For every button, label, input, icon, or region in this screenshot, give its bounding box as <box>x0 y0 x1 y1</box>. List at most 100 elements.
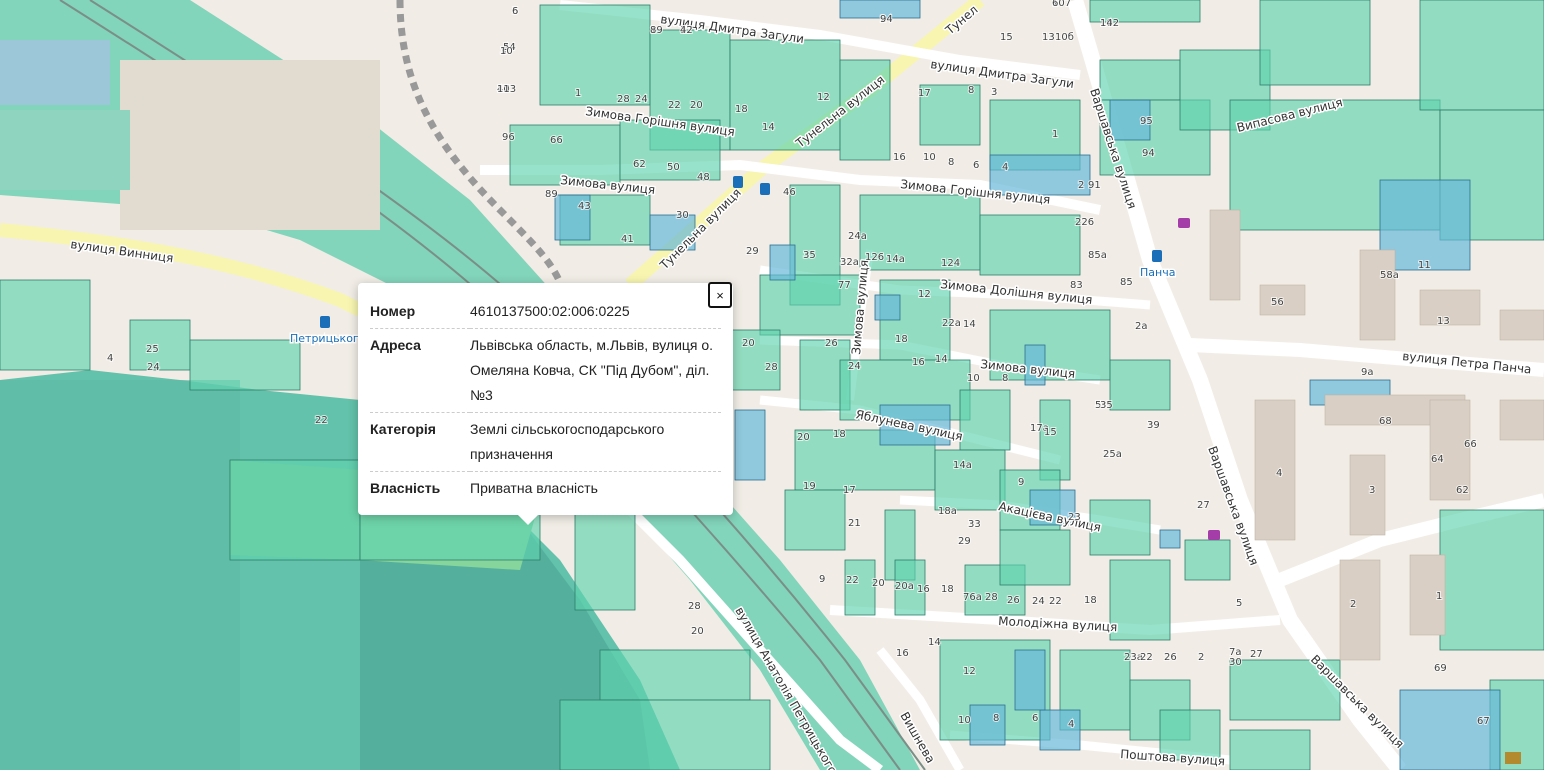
house-number: 27 <box>1250 649 1263 660</box>
house-number: 4 <box>1276 468 1282 479</box>
bus-stop-icon[interactable] <box>320 316 330 328</box>
house-number: 42 <box>680 25 693 36</box>
table-row: Власність Приватна власність <box>370 472 721 506</box>
house-number: 62 <box>633 159 646 170</box>
house-number: 20 <box>742 338 755 349</box>
house-number: 89 <box>545 189 558 200</box>
house-number: 4 <box>107 353 113 364</box>
house-number: 1 <box>1052 129 1058 140</box>
house-number: 9 <box>880 14 886 25</box>
house-number: 14 <box>1100 18 1113 29</box>
house-number: 58а <box>1380 270 1399 281</box>
house-number: 62 <box>1456 485 1469 496</box>
house-number: 22а <box>942 318 961 329</box>
house-number: 2 <box>1078 180 1084 191</box>
house-number: 12 <box>963 666 976 677</box>
house-number: 46 <box>783 187 796 198</box>
house-number: 20а <box>895 581 914 592</box>
house-number: 4 <box>1068 719 1074 730</box>
house-number: 14 <box>928 637 941 648</box>
house-number: 8 <box>650 25 656 36</box>
house-number: 3 <box>1369 485 1375 496</box>
bus-stop-icon[interactable] <box>1152 250 1162 262</box>
house-number: 33 <box>968 519 981 530</box>
house-number: 5 <box>1236 598 1242 609</box>
house-number: 35 <box>1100 400 1113 411</box>
house-number: 95 <box>1140 116 1153 127</box>
house-number: 48 <box>697 172 710 183</box>
house-number: 6 <box>973 160 979 171</box>
house-number: 21 <box>848 518 861 529</box>
house-number: 35 <box>803 250 816 261</box>
row-value: Землі сільськогосподарського призначення <box>470 412 721 472</box>
house-number: 16 <box>912 357 925 368</box>
house-number: 26 <box>825 338 838 349</box>
house-number: 10 <box>958 715 971 726</box>
house-number: 8 <box>948 157 954 168</box>
parcel-info-popup: Номер 4610137500:02:006:0225 Адреса Льві… <box>358 283 733 525</box>
house-number: 17 <box>843 485 856 496</box>
house-number: 10 <box>923 152 936 163</box>
popup-close-button[interactable]: × <box>708 282 732 308</box>
house-number: 32а <box>840 257 859 268</box>
house-number: 14а <box>886 254 905 265</box>
house-number: 66 <box>1464 439 1477 450</box>
house-number: 30 <box>676 210 689 221</box>
house-number: 17 <box>918 88 931 99</box>
house-number: 22 <box>315 415 328 426</box>
house-number: 16 <box>896 648 909 659</box>
house-number: 29 <box>746 246 759 257</box>
house-number: 91 <box>1088 180 1101 191</box>
house-number: 76а <box>963 592 982 603</box>
house-number: 22 <box>846 575 859 586</box>
house-number: 11 <box>1418 260 1431 271</box>
table-row: Адреса Львівська область, м.Львів, вулиц… <box>370 328 721 413</box>
house-number: 83 <box>1070 280 1083 291</box>
house-number: 24 <box>147 362 160 373</box>
house-number: 9 <box>1018 477 1024 488</box>
row-key: Категорія <box>370 412 470 472</box>
row-value: 4610137500:02:006:0225 <box>470 295 721 329</box>
row-key: Номер <box>370 295 470 329</box>
house-number: 9 <box>819 574 825 585</box>
house-number: 124 <box>941 258 960 269</box>
house-number: 27 <box>1197 500 1210 511</box>
house-number: 8 <box>993 713 999 724</box>
house-number: 28 <box>985 592 998 603</box>
house-number: 24 <box>1032 596 1045 607</box>
house-number: 28 <box>765 362 778 373</box>
house-number: 20 <box>690 100 703 111</box>
house-number: 13 <box>1437 316 1450 327</box>
house-number: 67 <box>1477 716 1490 727</box>
parking-area <box>120 60 380 230</box>
house-number: 68 <box>1379 416 1392 427</box>
map-canvas[interactable]: вулиця Винниця Тунельна вулиця Тунельна … <box>0 0 1544 770</box>
house-number: 18 <box>895 334 908 345</box>
house-number: 30 <box>1229 657 1242 668</box>
house-number: 14 <box>935 354 948 365</box>
house-number: 69 <box>1434 663 1447 674</box>
house-number: 7а <box>1229 647 1242 658</box>
row-value: Львівська область, м.Львів, вулиця о. Ом… <box>470 328 721 413</box>
house-number: 43 <box>578 201 591 212</box>
house-number: 1 <box>1436 591 1442 602</box>
house-number: 2а <box>1135 321 1148 332</box>
house-number: 26 <box>1164 652 1177 663</box>
house-number: 12 <box>817 92 830 103</box>
envelope-icon[interactable] <box>1505 752 1521 764</box>
poi-label-petrytskoho[interactable]: Петрицьког <box>289 331 361 347</box>
house-number: 66 <box>550 135 563 146</box>
house-number: 2 <box>1198 652 1204 663</box>
house-number: 1 <box>575 88 581 99</box>
house-number: 2 <box>1350 599 1356 610</box>
house-number: 6 <box>1032 713 1038 724</box>
house-number: 20 <box>691 626 704 637</box>
house-number: 64 <box>1431 454 1444 465</box>
poi-label-pancha[interactable]: Панча <box>1139 265 1177 281</box>
house-number: 8 <box>1002 373 1008 384</box>
house-number: 4 <box>1002 162 1008 173</box>
house-number: 14 <box>963 319 976 330</box>
house-number: 6 <box>512 6 518 17</box>
house-number: 9а <box>1361 367 1374 378</box>
house-number: 18 <box>735 104 748 115</box>
